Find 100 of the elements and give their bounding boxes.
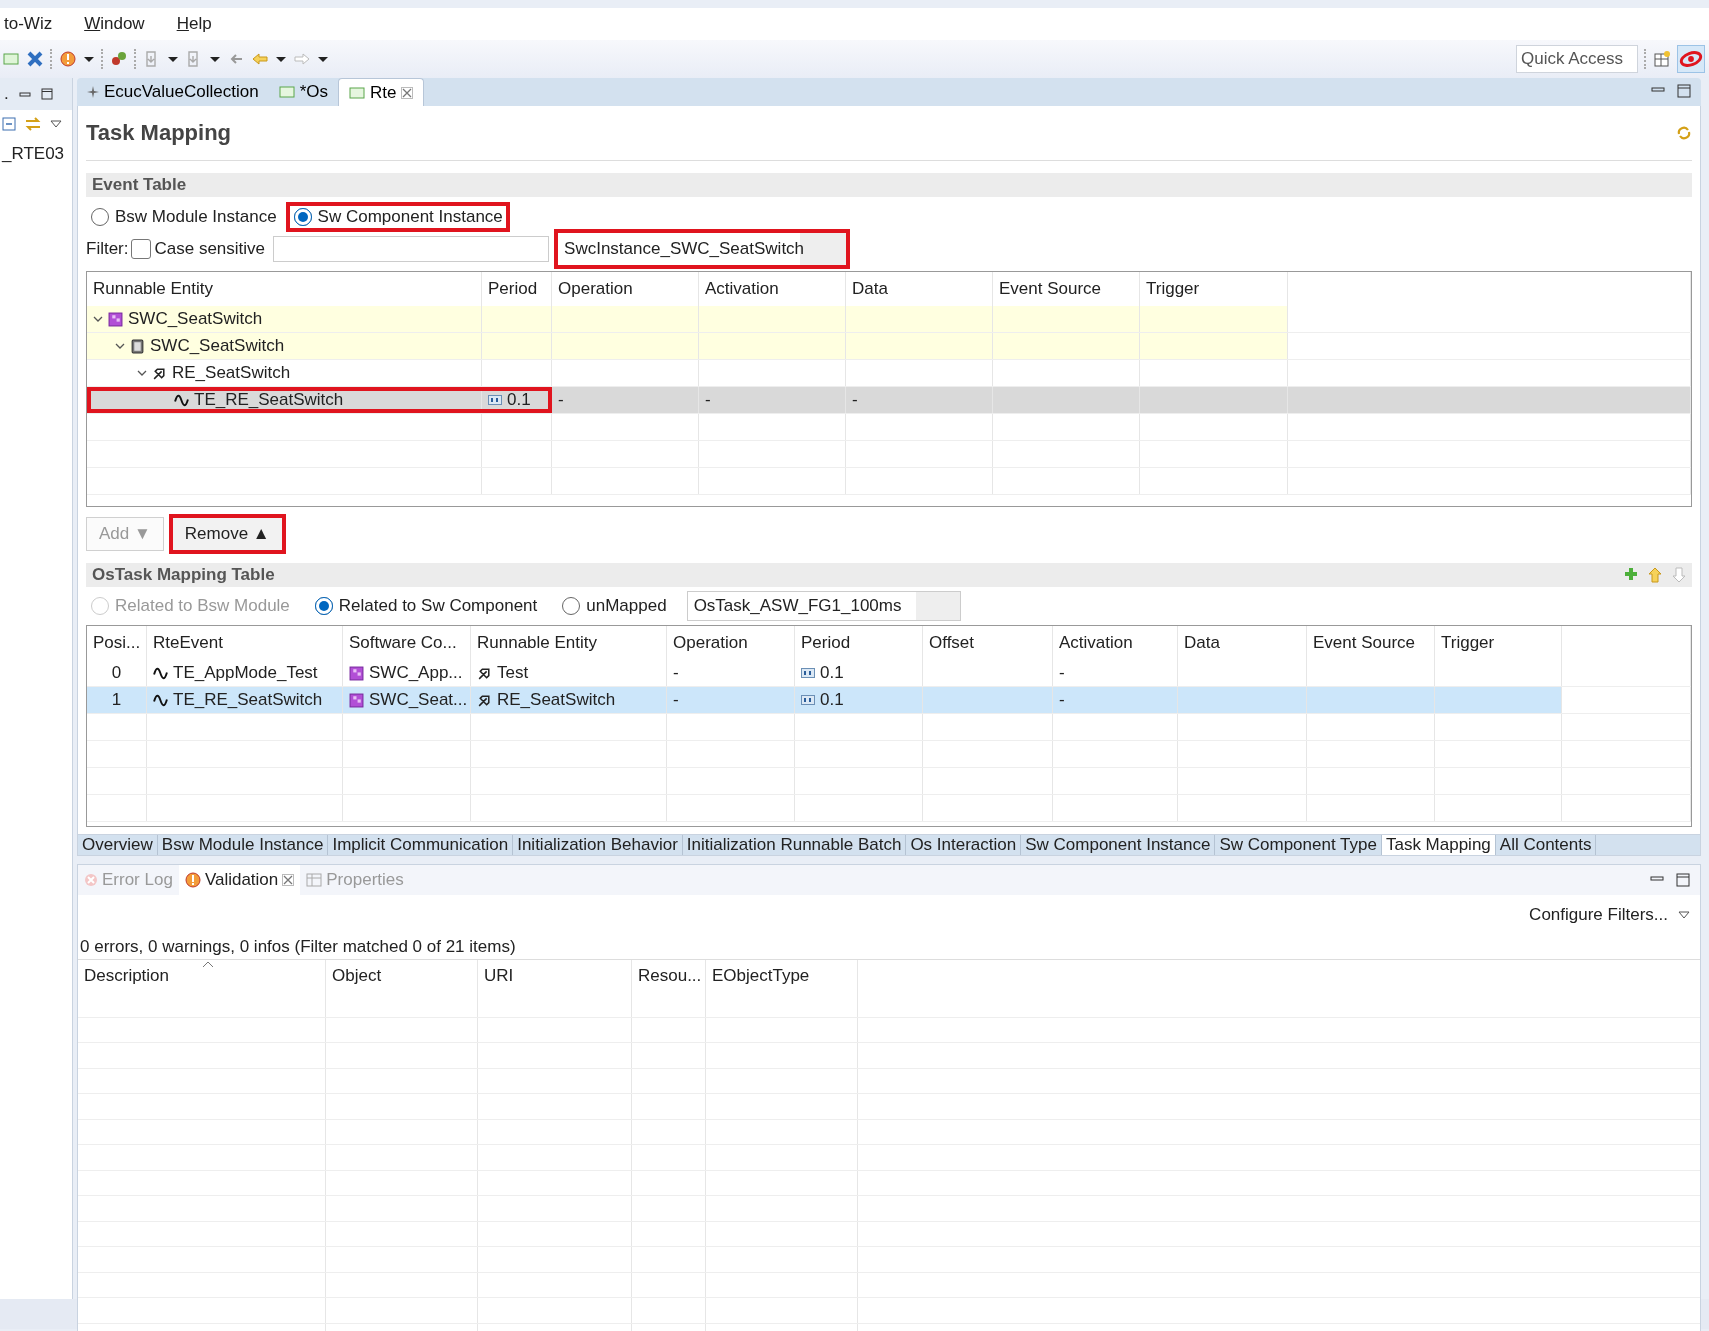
column-header[interactable]: Data	[1178, 626, 1307, 660]
perspective-icon[interactable]	[1653, 50, 1671, 68]
tree-row[interactable]: SWC_SeatSwitch	[87, 333, 1691, 360]
page-tab[interactable]: Bsw Module Instance	[157, 835, 329, 855]
sort-caret-icon[interactable]	[201, 960, 214, 968]
column-header[interactable]: Activation	[1053, 626, 1178, 660]
column-header[interactable]: Posi...	[87, 626, 147, 660]
radio-button[interactable]	[561, 596, 582, 616]
sparkle-icon	[87, 86, 99, 98]
column-header[interactable]: EObjectType	[706, 960, 858, 992]
radio-option[interactable]: Bsw Module Instance	[86, 205, 281, 229]
view-menu-icon[interactable]	[1678, 910, 1690, 920]
tree-item-label: SWC_SeatSwitch	[150, 336, 285, 356]
table-cell: -	[852, 390, 858, 410]
page-tab[interactable]: Sw Component Instance	[1021, 835, 1216, 855]
column-header[interactable]: URI	[478, 960, 632, 992]
maximize-icon[interactable]	[40, 88, 53, 100]
radio-label: Bsw Module Instance	[115, 207, 277, 227]
column-header[interactable]: Description	[78, 960, 326, 992]
column-header[interactable]: Object	[326, 960, 478, 992]
page-tab[interactable]: Overview	[78, 835, 158, 855]
menu-item[interactable]: Window	[80, 14, 149, 34]
table-cell: Test	[497, 663, 529, 683]
view-title: .	[4, 84, 9, 104]
radio-label: Sw Component Instance	[317, 207, 503, 227]
page-tab[interactable]: Initialization Behavior	[513, 835, 683, 855]
radio-button[interactable]	[313, 596, 334, 616]
tree-item-label[interactable]: _RTE03	[2, 144, 65, 164]
instance-field[interactable]: SwcInstance_SWC_SeatSwitch	[557, 232, 848, 266]
window-icon	[278, 86, 295, 98]
composition-icon	[108, 311, 123, 327]
maximize-icon[interactable]	[1676, 873, 1690, 887]
page-tab[interactable]: Sw Component Type	[1215, 835, 1382, 855]
view-menu-icon[interactable]	[50, 119, 62, 129]
column-header[interactable]: Trigger	[1435, 626, 1562, 660]
page-tab[interactable]: Implicit Communication	[328, 835, 514, 855]
tree-item-label: TE_RE_SeatSwitch	[194, 390, 344, 410]
editor-tab[interactable]: EcucValueCollection	[77, 78, 269, 106]
column-header[interactable]: Event Source	[1307, 626, 1435, 660]
column-header[interactable]: Software Co...	[343, 626, 471, 660]
close-icon[interactable]	[401, 86, 414, 99]
link-icon[interactable]	[24, 116, 42, 132]
column-header[interactable]: Offset	[923, 626, 1053, 660]
checkbox[interactable]	[130, 239, 151, 259]
runnable-icon	[152, 365, 167, 381]
action-button[interactable]: Remove ▲	[171, 517, 283, 551]
expand-caret-icon[interactable]	[115, 341, 125, 351]
warning-icon[interactable]	[59, 50, 77, 68]
cross-icon[interactable]	[26, 50, 44, 68]
table-cell: 1	[111, 690, 122, 710]
task-field[interactable]: OsTask_ASW_FG1_100ms	[686, 591, 961, 621]
page-title: Task Mapping	[86, 120, 232, 146]
table-row[interactable]: 1 TE_RE_SeatSwitch SWC_Seat... RE_SeatSwitch - 0.1 -	[87, 687, 1691, 714]
radio-button[interactable]	[292, 207, 313, 227]
expand-caret-icon[interactable]	[137, 368, 147, 378]
tree-row[interactable]: SWC_SeatSwitch	[87, 306, 1691, 333]
filter-field[interactable]	[273, 236, 550, 262]
table-cell: SWC_Seat...	[369, 690, 468, 710]
radio-option[interactable]: unMapped	[557, 594, 671, 618]
close-icon[interactable]	[282, 874, 295, 886]
radio-option[interactable]: Sw Component Instance	[288, 205, 507, 229]
refresh-icon[interactable]	[1676, 125, 1692, 141]
tree-row[interactable]: TE_RE_SeatSwitch 0.1 - - -	[87, 387, 1691, 414]
column-header[interactable]: Resou...	[632, 960, 706, 992]
page-tab[interactable]: All Contents	[1495, 835, 1597, 855]
window-icon	[349, 86, 365, 99]
component-icon	[130, 338, 145, 354]
expand-caret-icon[interactable]	[93, 314, 103, 324]
plus-icon[interactable]	[1624, 567, 1638, 581]
page-tab[interactable]: Os Interaction	[906, 835, 1022, 855]
menu-item[interactable]: to-Wiz	[0, 14, 57, 34]
column-header[interactable]: RteEvent	[147, 626, 343, 660]
error-icon	[84, 873, 98, 887]
quick-access-field[interactable]: Quick Access	[1516, 45, 1638, 73]
radio-label: unMapped	[586, 596, 667, 616]
perspective-icon[interactable]	[1677, 45, 1705, 73]
wave-icon	[153, 665, 168, 681]
view-tab[interactable]: Validation	[178, 865, 301, 895]
collapse-icon[interactable]	[2, 117, 16, 131]
column-header[interactable]: Period	[795, 626, 923, 660]
menu-item[interactable]: Help	[172, 14, 216, 34]
wave-icon	[153, 692, 168, 708]
radio-option[interactable]: Related to Sw Component	[309, 594, 542, 618]
table-cell: -	[673, 663, 679, 683]
radio-label: Related to Bsw Module	[115, 596, 290, 616]
configure-filters-link[interactable]: Configure Filters...	[1529, 905, 1668, 925]
column-header[interactable]: Operation	[667, 626, 795, 660]
table-cell: RE_SeatSwitch	[497, 690, 616, 710]
page-tab[interactable]: Task Mapping	[1381, 835, 1496, 855]
table-cell: -	[558, 390, 564, 410]
wave-icon	[174, 392, 189, 408]
gears-icon[interactable]	[110, 50, 128, 68]
table-cell: -	[673, 690, 679, 710]
maximize-icon[interactable]	[1677, 84, 1691, 98]
editor-tab[interactable]: Rte	[338, 78, 425, 106]
table-cell: -	[705, 390, 711, 410]
radio-button[interactable]	[90, 207, 110, 227]
editor-tab[interactable]: *Os	[268, 78, 338, 106]
column-header[interactable]: Runnable Entity	[471, 626, 667, 660]
page-tab[interactable]: Initialization Runnable Batch	[682, 835, 907, 855]
